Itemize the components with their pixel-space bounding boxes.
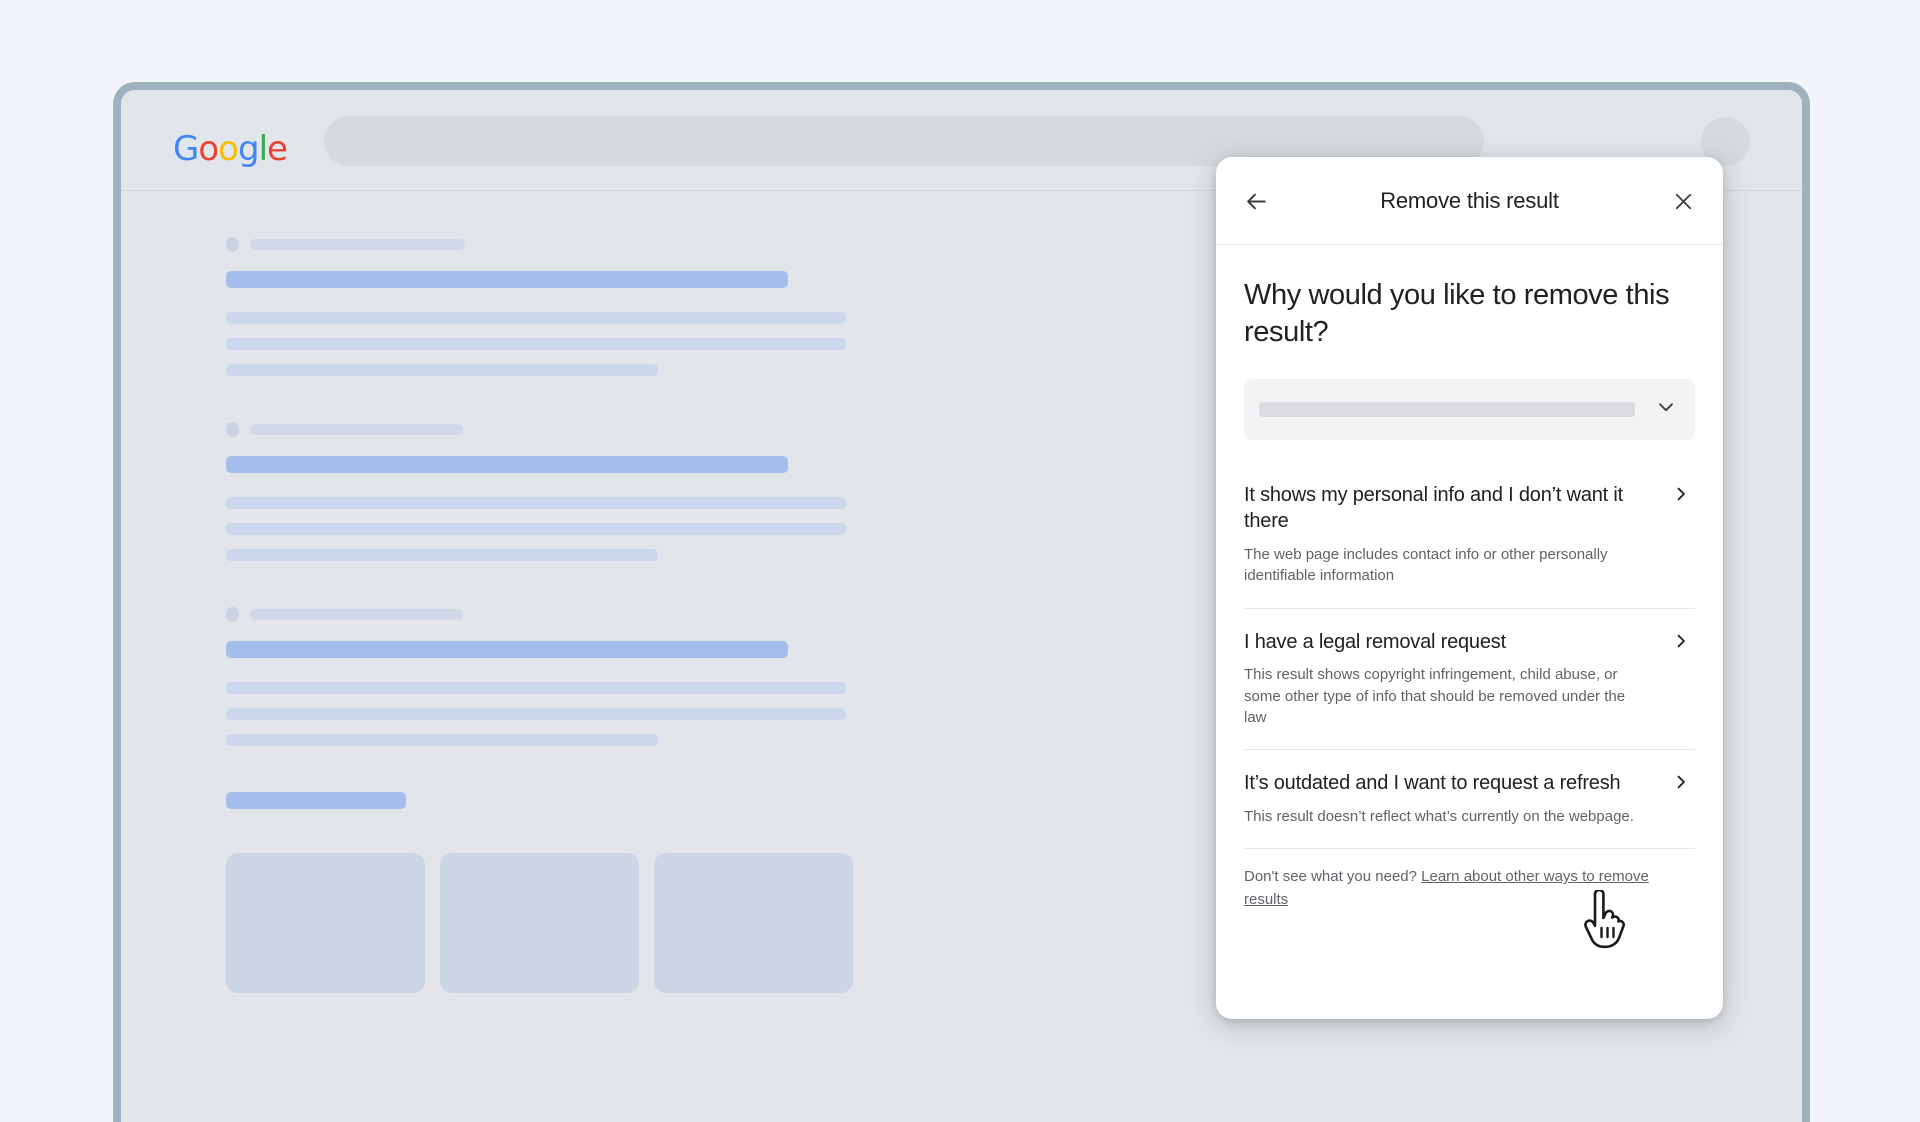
dropdown-value-placeholder <box>1259 402 1635 418</box>
chevron-right-icon <box>1671 772 1691 797</box>
logo-letter-o2: o <box>218 129 239 169</box>
result-snippet-line <box>226 734 658 746</box>
result-card-placeholder[interactable] <box>654 853 853 993</box>
favicon-placeholder <box>226 237 239 252</box>
reason-option-outdated-refresh[interactable]: It’s outdated and I want to request a re… <box>1244 750 1695 850</box>
result-title-placeholder[interactable] <box>226 271 788 288</box>
favicon-placeholder <box>226 422 239 437</box>
reason-description: This result shows copyright infringement… <box>1244 666 1626 726</box>
url-placeholder <box>250 239 465 250</box>
logo-letter-g2: g <box>237 129 260 169</box>
remove-result-panel: Remove this result Why would you like to… <box>1216 157 1723 1019</box>
url-placeholder <box>250 424 463 435</box>
reason-description: This result doesn’t reflect what’s curre… <box>1244 807 1634 825</box>
panel-header: Remove this result <box>1216 157 1723 245</box>
panel-body: Why would you like to remove this result… <box>1216 245 1723 911</box>
google-logo[interactable]: Google <box>173 129 288 169</box>
result-snippet-line <box>226 682 846 694</box>
result-card-placeholder[interactable] <box>440 853 639 993</box>
reason-option-legal-removal[interactable]: I have a legal removal request This resu… <box>1244 609 1695 751</box>
result-snippet-line <box>226 549 658 561</box>
logo-letter-g1: G <box>173 129 199 169</box>
chevron-down-icon <box>1655 396 1677 423</box>
favicon-placeholder <box>226 607 239 622</box>
result-snippet-line <box>226 312 846 324</box>
panel-title: Remove this result <box>1380 188 1559 213</box>
reason-title: It’s outdated and I want to request a re… <box>1244 772 1621 795</box>
logo-letter-o1: o <box>198 129 219 169</box>
logo-letter-l: l <box>258 129 269 169</box>
reason-description: The web page includes contact info or ot… <box>1244 545 1608 585</box>
close-button[interactable] <box>1663 181 1703 221</box>
result-snippet-line <box>226 364 658 376</box>
page-title: Why would you like to remove this result… <box>1244 279 1670 348</box>
result-title-placeholder[interactable] <box>226 456 788 473</box>
reason-option-personal-info[interactable]: It shows my personal info and I don’t wa… <box>1244 462 1695 609</box>
chevron-right-icon <box>1671 631 1691 656</box>
url-placeholder <box>250 609 463 620</box>
result-snippet-line <box>226 338 846 350</box>
panel-footer: Don't see what you need? Learn about oth… <box>1244 849 1695 911</box>
result-snippet-line <box>226 708 846 720</box>
reason-dropdown[interactable] <box>1244 379 1695 441</box>
result-title-placeholder[interactable] <box>226 792 406 809</box>
chevron-right-icon <box>1671 484 1691 509</box>
logo-letter-e: e <box>267 129 288 169</box>
result-title-placeholder[interactable] <box>226 641 788 658</box>
result-snippet-line <box>226 497 846 509</box>
reason-title: It shows my personal info and I don’t wa… <box>1244 484 1623 533</box>
footer-text: Don't see what you need? <box>1244 868 1422 886</box>
close-icon <box>1672 190 1695 213</box>
reason-title: I have a legal removal request <box>1244 630 1506 653</box>
result-snippet-line <box>226 523 846 535</box>
result-card-placeholder[interactable] <box>226 853 425 993</box>
